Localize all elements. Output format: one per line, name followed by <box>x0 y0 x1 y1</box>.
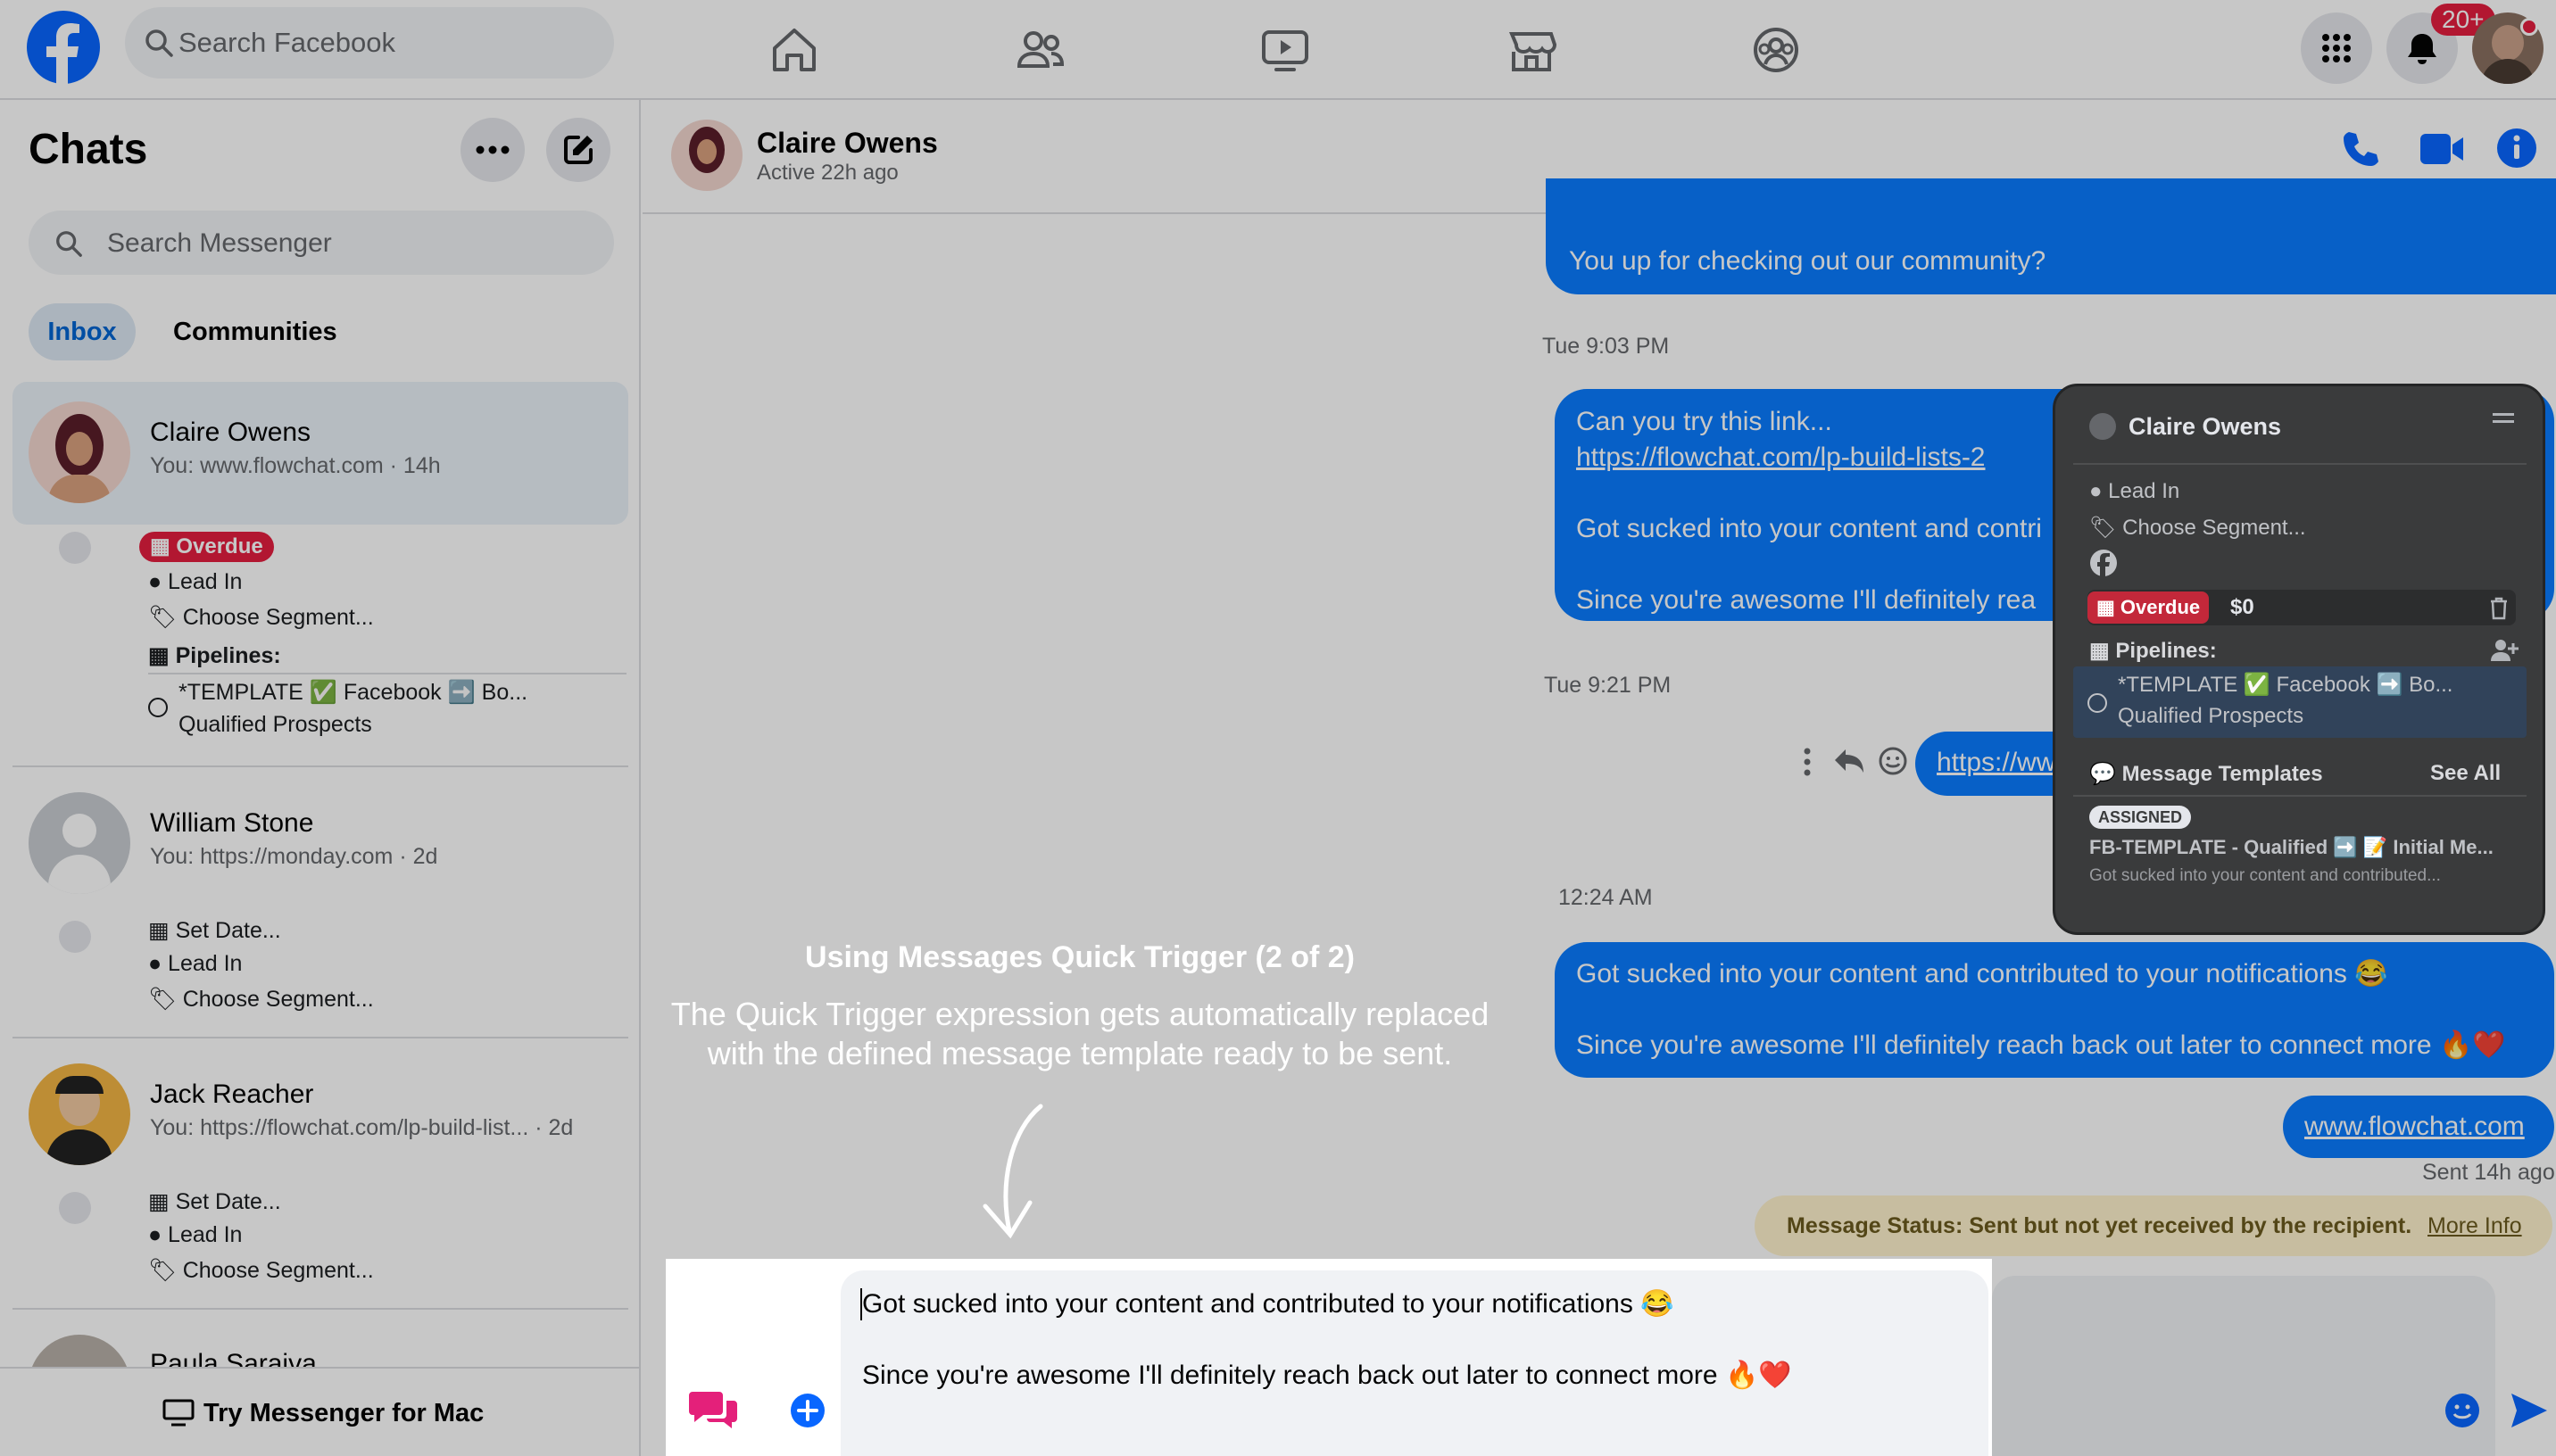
caption-line: The Quick Trigger expression gets automa… <box>670 996 1490 1032</box>
panel-overdue-label: Overdue <box>2120 596 2201 618</box>
message-input-line: Since you're awesome I'll definitely rea… <box>862 1361 1792 1390</box>
panel-segment-label: Choose Segment... <box>2122 516 2306 540</box>
flag-icon[interactable] <box>2089 413 2116 440</box>
add-attachment-icon[interactable] <box>789 1392 826 1429</box>
quick-trigger-icon[interactable] <box>689 1388 739 1429</box>
pipeline-name: *TEMPLATE ✅ Facebook ➡️ Bo... <box>2118 673 2453 697</box>
template-name[interactable]: FB-TEMPLATE - Qualified ➡️ 📝 Initial Me.… <box>2089 836 2494 859</box>
pipeline-radio[interactable] <box>2087 693 2107 713</box>
chat-bubbles-icon: 💬 <box>2089 762 2122 786</box>
divider <box>2073 463 2527 465</box>
pipeline-item[interactable]: *TEMPLATE ✅ Facebook ➡️ Bo... Qualified … <box>2073 666 2527 738</box>
deal-row: ▦ Overdue $0 <box>2087 590 2516 625</box>
facebook-icon[interactable] <box>2089 549 2118 577</box>
panel-lead-label: Lead In <box>2108 479 2180 503</box>
board-icon: ▦ <box>2089 639 2116 663</box>
dim-overlay <box>0 100 643 1456</box>
panel-segment-selector[interactable]: 🏷 Choose Segment... <box>2089 515 2306 541</box>
deal-amount[interactable]: $0 <box>2230 595 2254 620</box>
crm-contact-panel: Claire Owens ● Lead In 🏷 Choose Segment.… <box>2053 384 2545 935</box>
calendar-icon: ▦ <box>2096 596 2120 618</box>
collapse-icon[interactable] <box>2493 413 2514 416</box>
trash-icon[interactable] <box>2489 597 2509 620</box>
panel-pipelines-label: ▦ Pipelines: <box>2089 638 2217 664</box>
template-preview: Got sucked into your content and contrib… <box>2089 866 2441 885</box>
pipeline-stage: Qualified Prospects <box>2118 704 2304 728</box>
caption-title: Using Messages Quick Trigger (2 of 2) <box>805 940 1355 974</box>
add-user-icon[interactable] <box>2489 638 2519 663</box>
message-input-line: Got sucked into your content and contrib… <box>862 1289 1674 1319</box>
message-templates-text: Message Templates <box>2121 762 2323 786</box>
panel-pipelines-text: Pipelines: <box>2115 639 2217 663</box>
user-icon: ● <box>2089 479 2109 503</box>
panel-lead-stage[interactable]: ● Lead In <box>2089 479 2179 504</box>
tags-icon: 🏷 <box>2089 516 2123 540</box>
dim-overlay <box>643 100 2556 214</box>
panel-contact-name: Claire Owens <box>2129 413 2282 440</box>
panel-overdue-badge[interactable]: ▦ Overdue <box>2087 592 2210 624</box>
assigned-badge: ASSIGNED <box>2089 806 2192 829</box>
arrow-down-icon <box>983 1104 1043 1239</box>
message-input[interactable]: Got sucked into your content and contrib… <box>841 1270 1988 1456</box>
caption-line: with the defined message template ready … <box>707 1035 1453 1071</box>
see-all-link[interactable]: See All <box>2430 761 2501 786</box>
message-templates-title: 💬 Message Templates <box>2089 761 2323 787</box>
tutorial-caption: Using Messages Quick Trigger (2 of 2) Th… <box>625 940 1535 1073</box>
divider <box>2073 795 2527 797</box>
dim-overlay <box>0 0 2556 100</box>
